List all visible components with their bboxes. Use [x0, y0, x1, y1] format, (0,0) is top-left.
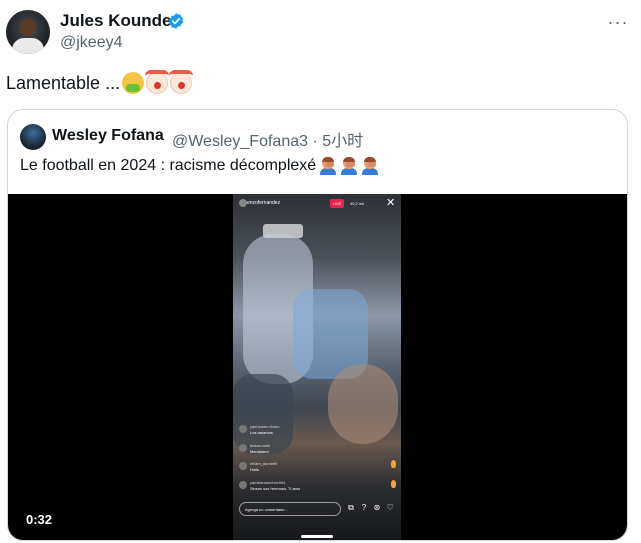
verified-icon [168, 13, 184, 29]
quoted-tweet-card[interactable]: Wesley Fofana @Wesley_Fofana3 · 5小时 Le f… [7, 109, 628, 541]
video-player[interactable]: enzofernandez LIVE 40,2 mil ✕ yael.karen… [8, 194, 627, 540]
share-icon: ⧉ [348, 503, 354, 512]
more-icon[interactable]: ··· [606, 12, 630, 32]
tweet-text: Lamentable ... [6, 70, 194, 94]
flame-icon [391, 480, 396, 488]
facepalm-emoji [319, 157, 337, 175]
clown-face-emoji [169, 70, 194, 94]
facepalm-emoji [340, 157, 358, 175]
quoted-author-avatar [20, 124, 46, 150]
live-user-avatar [239, 199, 247, 207]
flame-icon [391, 460, 396, 468]
quoted-text-content: Le football en 2024 : racisme décomplexé [20, 157, 317, 174]
live-viewer-count: 40,2 mil [350, 201, 365, 206]
gift-icon: ⊛ [373, 503, 381, 512]
facepalm-emoji [361, 157, 379, 175]
clown-face-emoji [145, 70, 170, 94]
nauseated-face-emoji [122, 72, 145, 94]
author-name[interactable]: Jules Kounde [60, 11, 171, 31]
live-badge: LIVE [330, 199, 344, 208]
live-comment-input: Agrega un comentario... [239, 502, 341, 516]
video-timestamp: 0:32 [20, 510, 59, 530]
video-frame: enzofernandez LIVE 40,2 mil ✕ yael.karen… [233, 194, 401, 540]
quoted-tweet-text: Le football en 2024 : racisme décomplexé [20, 157, 379, 175]
question-icon: ? [361, 503, 367, 512]
author-avatar[interactable] [6, 10, 50, 54]
heart-icon: ♡ [386, 503, 394, 512]
author-handle[interactable]: @jkeey4 [60, 34, 123, 52]
close-icon: ✕ [386, 197, 396, 209]
quoted-author-meta: @Wesley_Fofana3 · 5小时 [172, 133, 364, 150]
quoted-author-name: Wesley Fofana [52, 127, 164, 144]
tweet-text-content: Lamentable ... [6, 72, 121, 93]
live-username: enzofernandez [247, 200, 281, 206]
home-indicator [301, 535, 333, 538]
